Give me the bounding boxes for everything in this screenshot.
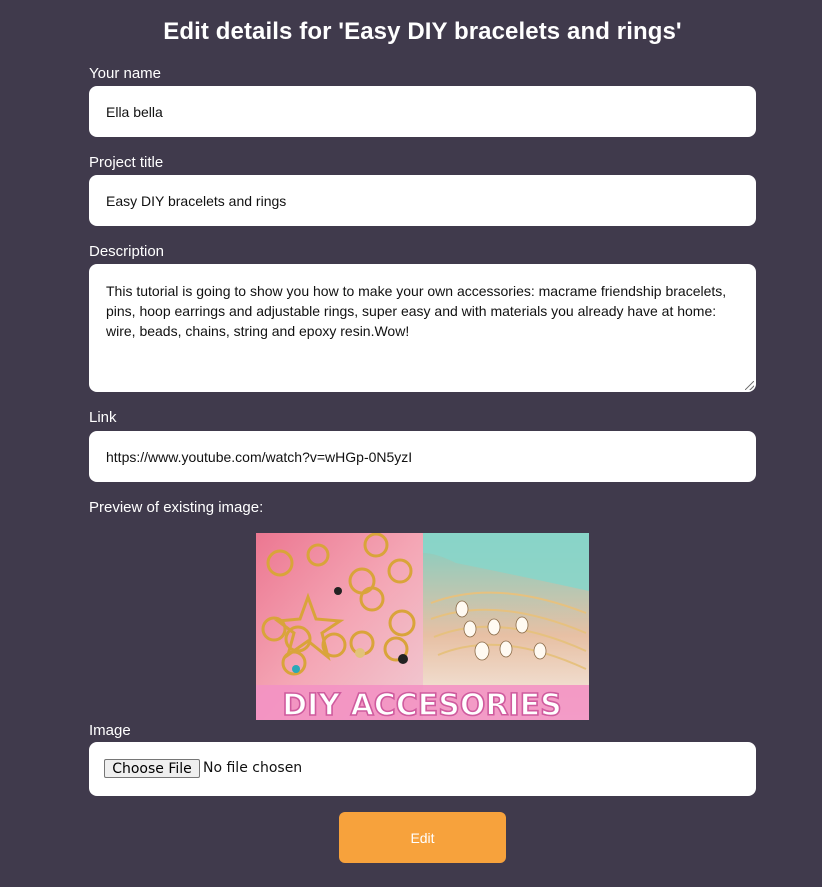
description-text: This tutorial is going to show you how t…: [106, 283, 727, 339]
preview-label: Preview of existing image:: [89, 499, 264, 516]
preview-image: DIY ACCESORIES: [256, 533, 589, 720]
choose-file-button[interactable]: Choose File: [104, 759, 200, 778]
project-title-label: Project title: [89, 154, 164, 171]
project-title-input[interactable]: Easy DIY bracelets and rings: [89, 175, 756, 226]
description-textarea[interactable]: This tutorial is going to show you how t…: [89, 264, 756, 392]
link-input[interactable]: https://www.youtube.com/watch?v=wHGp-0N5…: [89, 431, 756, 482]
preview-banner-text: DIY ACCESORIES: [282, 688, 561, 720]
resize-handle-icon[interactable]: [745, 381, 754, 390]
description-label: Description: [89, 243, 165, 260]
image-label: Image: [89, 722, 131, 739]
name-input[interactable]: Ella bella: [89, 86, 756, 137]
file-status-text: No file chosen: [203, 760, 303, 776]
edit-button[interactable]: Edit: [339, 812, 506, 863]
name-label: Your name: [89, 65, 161, 82]
link-label: Link: [89, 409, 117, 426]
page-title: Edit details for 'Easy DIY bracelets and…: [163, 18, 682, 45]
